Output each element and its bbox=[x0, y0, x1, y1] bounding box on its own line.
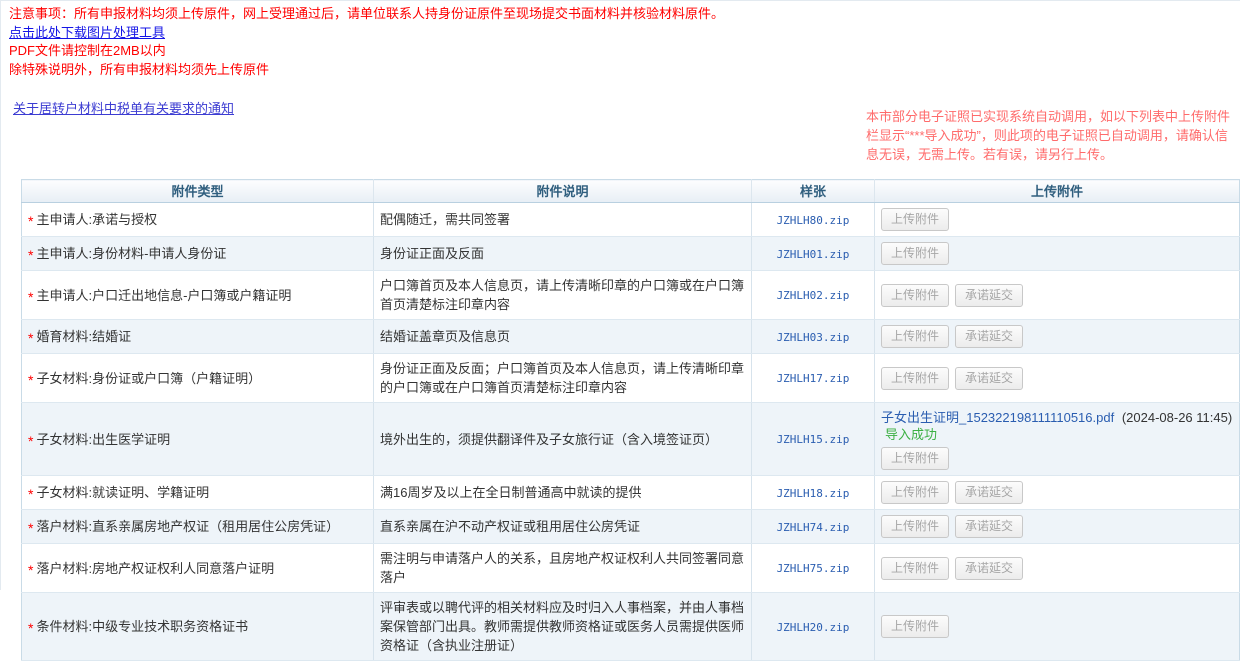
notice-main: 注意事项：所有申报材料均须上传原件，网上受理通过后，请单位联系人持身份证原件至现… bbox=[9, 7, 724, 21]
action-buttons: 上传附件承诺延交 bbox=[881, 287, 1029, 302]
attachment-description: 评审表或以聘代评的相关材料应及时归入人事档案，并由人事档案保管部门出具。教师需提… bbox=[374, 593, 752, 661]
defer-submit-button[interactable]: 承诺延交 bbox=[955, 557, 1023, 580]
defer-submit-button[interactable]: 承诺延交 bbox=[955, 367, 1023, 390]
table-row: *主申请人:承诺与授权 配偶随迁，需共同签署 JZHLH80.zip 上传附件 bbox=[22, 203, 1240, 237]
notice-pdf-limit: PDF文件请控制在2MB以内 bbox=[9, 44, 724, 58]
action-buttons: 上传附件 bbox=[881, 450, 955, 465]
table-row: *落户材料:直系亲属房地产权证（租用居住公房凭证） 直系亲属在沪不动产权证或租用… bbox=[22, 510, 1240, 544]
action-buttons: 上传附件承诺延交 bbox=[881, 328, 1029, 343]
action-buttons: 上传附件承诺延交 bbox=[881, 518, 1029, 533]
header-upload-attachment: 上传附件 bbox=[875, 180, 1240, 203]
attachment-type-label: 主申请人:承诺与授权 bbox=[36, 212, 157, 227]
table-row: *子女材料:出生医学证明 境外出生的，须提供翻译件及子女旅行证（含入境签证页） … bbox=[22, 403, 1240, 476]
import-success-status: 导入成功 bbox=[885, 427, 937, 442]
table-row: *落户材料:房地产权证权利人同意落户证明 需注明与申请落户人的关系，且房地产权证… bbox=[22, 544, 1240, 593]
attachment-type-label: 落户材料:直系亲属房地产权证（租用居住公房凭证） bbox=[36, 519, 339, 534]
header-attachment-type: 附件类型 bbox=[22, 180, 374, 203]
defer-submit-button[interactable]: 承诺延交 bbox=[955, 325, 1023, 348]
header-sample: 样张 bbox=[752, 180, 875, 203]
required-marker: * bbox=[28, 561, 33, 580]
tax-notice-link[interactable]: 关于居转户材料中税单有关要求的通知 bbox=[13, 98, 234, 117]
sample-zip-link[interactable]: JZHLH17.zip bbox=[777, 372, 850, 385]
sample-zip-link[interactable]: JZHLH18.zip bbox=[777, 487, 850, 500]
uploaded-file-time: (2024-08-26 11:45) bbox=[1122, 410, 1232, 425]
required-marker: * bbox=[28, 619, 33, 638]
required-marker: * bbox=[28, 212, 33, 231]
attachment-type-label: 子女材料:出生医学证明 bbox=[36, 432, 170, 447]
attachment-type-label: 婚育材料:结婚证 bbox=[36, 329, 131, 344]
attachment-description: 结婚证盖章页及信息页 bbox=[374, 320, 752, 354]
action-buttons: 上传附件承诺延交 bbox=[881, 484, 1029, 499]
required-marker: * bbox=[28, 432, 33, 451]
table-row: *子女材料:就读证明、学籍证明 满16周岁及以上在全日制普通高中就读的提供 JZ… bbox=[22, 476, 1240, 510]
table-row: *主申请人:户口迁出地信息-户口簿或户籍证明 户口簿首页及本人信息页，请上传清晰… bbox=[22, 271, 1240, 320]
attachment-description: 配偶随迁，需共同签署 bbox=[374, 203, 752, 237]
defer-submit-button[interactable]: 承诺延交 bbox=[955, 481, 1023, 504]
sample-zip-link[interactable]: JZHLH74.zip bbox=[777, 521, 850, 534]
table-row: *婚育材料:结婚证 结婚证盖章页及信息页 JZHLH03.zip 上传附件承诺延… bbox=[22, 320, 1240, 354]
attachments-table: 附件类型 附件说明 样张 上传附件 *主申请人:承诺与授权 配偶随迁，需共同签署… bbox=[21, 179, 1240, 661]
upload-attachment-button[interactable]: 上传附件 bbox=[881, 284, 949, 307]
sample-zip-link[interactable]: JZHLH15.zip bbox=[777, 433, 850, 446]
action-buttons: 上传附件 bbox=[881, 618, 955, 633]
upload-attachment-button[interactable]: 上传附件 bbox=[881, 615, 949, 638]
table-row: *子女材料:身份证或户口簿（户籍证明） 身份证正面及反面；户口簿首页及本人信息页… bbox=[22, 354, 1240, 403]
table-row: *条件材料:中级专业技术职务资格证书 评审表或以聘代评的相关材料应及时归入人事档… bbox=[22, 593, 1240, 661]
sample-zip-link[interactable]: JZHLH01.zip bbox=[777, 248, 850, 261]
attachment-description: 户口簿首页及本人信息页，请上传清晰印章的户口簿或在户口簿首页清楚标注印章内容 bbox=[374, 271, 752, 320]
required-marker: * bbox=[28, 329, 33, 348]
uploaded-file-row: 子女出生证明_152322198111110516.pdf (2024-08-2… bbox=[881, 409, 1233, 443]
table-row: *主申请人:身份材料-申请人身份证 身份证正面及反面 JZHLH01.zip 上… bbox=[22, 237, 1240, 271]
upload-attachment-button[interactable]: 上传附件 bbox=[881, 447, 949, 470]
upload-attachments-page: 注意事项：所有申报材料均须上传原件，网上受理通过后，请单位联系人持身份证原件至现… bbox=[0, 0, 1240, 590]
defer-submit-button[interactable]: 承诺延交 bbox=[955, 284, 1023, 307]
sample-zip-link[interactable]: JZHLH20.zip bbox=[777, 621, 850, 634]
top-notice-block: 注意事项：所有申报材料均须上传原件，网上受理通过后，请单位联系人持身份证原件至现… bbox=[9, 7, 724, 81]
upload-attachment-button[interactable]: 上传附件 bbox=[881, 367, 949, 390]
sample-zip-link[interactable]: JZHLH03.zip bbox=[777, 331, 850, 344]
attachment-description: 需注明与申请落户人的关系，且房地产权证权利人共同签署同意落户 bbox=[374, 544, 752, 593]
upload-attachment-button[interactable]: 上传附件 bbox=[881, 481, 949, 504]
download-image-tool-link[interactable]: 点击此处下载图片处理工具 bbox=[9, 26, 724, 40]
notice-original-required: 除特殊说明外，所有申报材料均须先上传原件 bbox=[9, 63, 724, 77]
sample-zip-link[interactable]: JZHLH80.zip bbox=[777, 214, 850, 227]
sample-zip-link[interactable]: JZHLH02.zip bbox=[777, 289, 850, 302]
sample-zip-link[interactable]: JZHLH75.zip bbox=[777, 562, 850, 575]
table-header-row: 附件类型 附件说明 样张 上传附件 bbox=[22, 180, 1240, 203]
defer-submit-button[interactable]: 承诺延交 bbox=[955, 515, 1023, 538]
attachment-type-label: 子女材料:身份证或户口簿（户籍证明） bbox=[36, 371, 261, 386]
attachment-description: 境外出生的，须提供翻译件及子女旅行证（含入境签证页） bbox=[374, 403, 752, 476]
upload-attachment-button[interactable]: 上传附件 bbox=[881, 242, 949, 265]
attachment-description: 直系亲属在沪不动产权证或租用居住公房凭证 bbox=[374, 510, 752, 544]
action-buttons: 上传附件承诺延交 bbox=[881, 370, 1029, 385]
electronic-license-notice: 本市部分电子证照已实现系统自动调用，如以下列表中上传附件栏显示“***导入成功”… bbox=[866, 107, 1238, 164]
required-marker: * bbox=[28, 485, 33, 504]
attachment-type-label: 条件材料:中级专业技术职务资格证书 bbox=[36, 619, 248, 634]
required-marker: * bbox=[28, 246, 33, 265]
header-attachment-description: 附件说明 bbox=[374, 180, 752, 203]
action-buttons: 上传附件承诺延交 bbox=[881, 560, 1029, 575]
upload-attachment-button[interactable]: 上传附件 bbox=[881, 208, 949, 231]
attachment-type-label: 子女材料:就读证明、学籍证明 bbox=[36, 485, 209, 500]
required-marker: * bbox=[28, 519, 33, 538]
upload-attachment-button[interactable]: 上传附件 bbox=[881, 557, 949, 580]
attachment-type-label: 主申请人:身份材料-申请人身份证 bbox=[36, 246, 226, 261]
attachment-description: 身份证正面及反面 bbox=[374, 237, 752, 271]
attachment-description: 身份证正面及反面；户口簿首页及本人信息页，请上传清晰印章的户口簿或在户口簿首页清… bbox=[374, 354, 752, 403]
upload-attachment-button[interactable]: 上传附件 bbox=[881, 325, 949, 348]
required-marker: * bbox=[28, 371, 33, 390]
attachment-type-label: 主申请人:户口迁出地信息-户口簿或户籍证明 bbox=[36, 288, 291, 303]
required-marker: * bbox=[28, 288, 33, 307]
upload-attachment-button[interactable]: 上传附件 bbox=[881, 515, 949, 538]
uploaded-file-link[interactable]: 子女出生证明_152322198111110516.pdf bbox=[881, 410, 1114, 425]
attachment-description: 满16周岁及以上在全日制普通高中就读的提供 bbox=[374, 476, 752, 510]
action-buttons: 上传附件 bbox=[881, 211, 955, 226]
action-buttons: 上传附件 bbox=[881, 245, 955, 260]
attachment-type-label: 落户材料:房地产权证权利人同意落户证明 bbox=[36, 561, 274, 576]
